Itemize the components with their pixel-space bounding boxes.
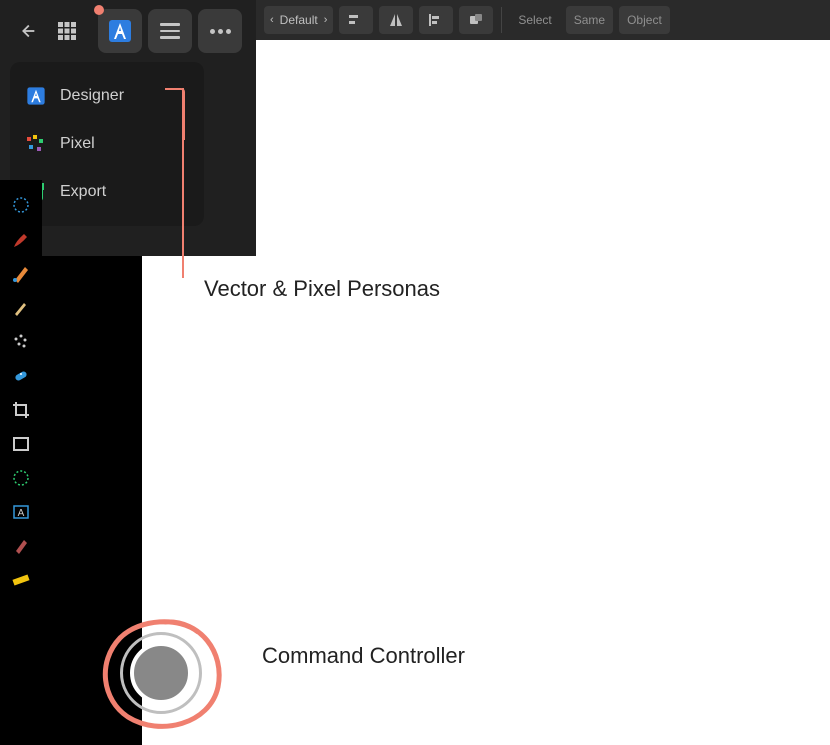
ellipsis-icon <box>210 29 231 34</box>
annotation-leader <box>182 88 184 278</box>
lasso-tool[interactable] <box>5 190 37 222</box>
main-menu-button[interactable] <box>148 9 192 53</box>
documents-grid-button[interactable] <box>50 14 84 48</box>
same-button[interactable]: Same <box>566 6 613 34</box>
svg-text:A: A <box>18 508 25 519</box>
select-label: Select <box>510 6 559 34</box>
context-toolbar: ‹ Default › Select Same Object <box>256 0 830 40</box>
annotation-dot-icon <box>94 5 104 15</box>
preset-selector[interactable]: ‹ Default › <box>264 6 333 34</box>
align-left-button[interactable] <box>339 6 373 34</box>
healing-tool[interactable] <box>5 360 37 392</box>
more-options-button[interactable] <box>198 9 242 53</box>
crop-tool[interactable] <box>5 394 37 426</box>
persona-label: Export <box>60 183 106 201</box>
pen-tool[interactable] <box>5 258 37 290</box>
chevron-right-icon: › <box>324 14 328 26</box>
separator <box>501 7 502 33</box>
annotation-personas-label: Vector & Pixel Personas <box>204 276 440 302</box>
object-button[interactable]: Object <box>619 6 670 34</box>
tool-rail: A <box>0 180 42 745</box>
rect-tool[interactable] <box>5 428 37 460</box>
text-frame-tool[interactable]: A <box>5 496 37 528</box>
ruler-tool[interactable] <box>5 564 37 596</box>
preset-label: Default <box>280 13 318 27</box>
designer-icon <box>24 84 48 108</box>
color-picker-tool[interactable] <box>5 530 37 562</box>
chevron-left-icon: ‹ <box>270 14 274 26</box>
object-button-label: Object <box>627 13 662 27</box>
flip-horizontal-button[interactable] <box>379 6 413 34</box>
align-bars-button[interactable] <box>419 6 453 34</box>
controller-knob-icon <box>130 642 192 704</box>
annotation-controller-label: Command Controller <box>262 643 465 669</box>
boolean-ops-button[interactable] <box>459 6 493 34</box>
brush-tool[interactable] <box>5 224 37 256</box>
mesh-tool[interactable] <box>5 462 37 494</box>
persona-label: Pixel <box>60 135 95 153</box>
same-button-label: Same <box>574 13 605 27</box>
back-button[interactable] <box>10 14 44 48</box>
top-nav <box>0 0 256 62</box>
pixel-icon <box>24 132 48 156</box>
eyedropper-tool[interactable] <box>5 292 37 324</box>
spray-tool[interactable] <box>5 326 37 358</box>
persona-switcher-button[interactable] <box>98 9 142 53</box>
command-controller[interactable] <box>100 612 220 732</box>
persona-label: Designer <box>60 87 124 105</box>
hamburger-icon <box>160 23 180 39</box>
designer-icon <box>106 17 134 45</box>
